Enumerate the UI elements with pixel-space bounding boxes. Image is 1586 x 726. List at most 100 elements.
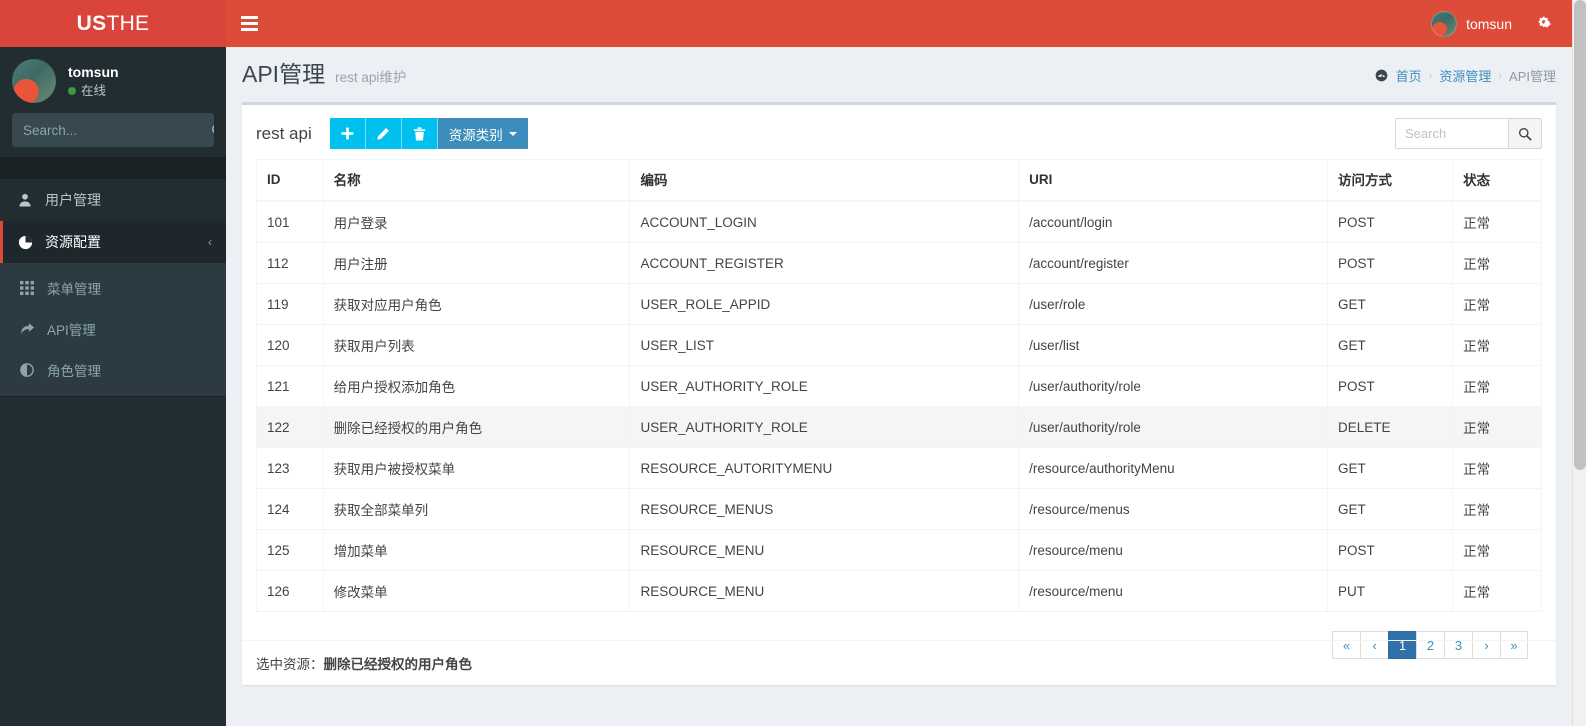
table-row[interactable]: 101用户登录ACCOUNT_LOGIN/account/loginPOST正常 <box>257 201 1542 243</box>
table-row[interactable]: 124获取全部菜单列RESOURCE_MENUS/resource/menusG… <box>257 489 1542 530</box>
cell-state: 正常 <box>1453 571 1542 612</box>
sidebar-user-name: tomsun <box>68 62 119 82</box>
cell-state: 正常 <box>1453 530 1542 571</box>
submenu-bottom-divider <box>0 396 226 397</box>
page-title-text: API管理 <box>242 63 325 86</box>
add-button[interactable] <box>330 118 366 149</box>
cogs-icon <box>1538 15 1555 32</box>
cell-uri: /resource/menu <box>1019 530 1328 571</box>
sidebar-link-resource-config[interactable]: 资源配置 ‹ <box>0 221 226 263</box>
cell-method: GET <box>1327 448 1452 489</box>
sidebar-link-user-management[interactable]: 用户管理 <box>0 179 226 221</box>
app-root: USTHE tomsun <box>0 0 1586 726</box>
delete-button[interactable] <box>402 118 438 149</box>
cell-code: RESOURCE_AUTORITYMENU <box>630 448 1019 489</box>
sidebar-menu: 用户管理 资源配置 ‹ <box>0 179 226 263</box>
trash-icon <box>413 127 426 141</box>
cell-state: 正常 <box>1453 284 1542 325</box>
adjust-icon <box>18 363 36 377</box>
cell-id: 101 <box>257 201 324 243</box>
breadcrumb-item-home[interactable]: 首页 <box>1396 66 1422 85</box>
sidebar-subitem-label: API管理 <box>47 319 96 339</box>
cell-state: 正常 <box>1453 366 1542 407</box>
sidebar-item-user-management[interactable]: 用户管理 <box>0 179 226 221</box>
table-row[interactable]: 121给用户授权添加角色USER_AUTHORITY_ROLE/user/aut… <box>257 366 1542 407</box>
brand-logo[interactable]: USTHE <box>0 0 226 47</box>
cell-state: 正常 <box>1453 489 1542 530</box>
sidebar: tomsun 在线 <box>0 47 226 726</box>
user-menu-button[interactable]: tomsun <box>1417 0 1526 47</box>
sidebar-subitem-label: 菜单管理 <box>47 278 101 298</box>
plus-icon <box>341 127 354 140</box>
cell-uri: /resource/menu <box>1019 571 1328 612</box>
avatar <box>12 59 56 103</box>
cell-uri: /user/authority/role <box>1019 366 1328 407</box>
sidebar-link-role-management[interactable]: 角色管理 <box>0 349 226 390</box>
table-row[interactable]: 120获取用户列表USER_LIST/user/listGET正常 <box>257 325 1542 366</box>
cell-state: 正常 <box>1453 243 1542 284</box>
cell-method: GET <box>1327 284 1452 325</box>
sidebar-toggle-button[interactable] <box>226 0 272 47</box>
selected-resource-label: 选中资源： <box>256 657 324 672</box>
cell-method: PUT <box>1327 571 1452 612</box>
settings-button[interactable] <box>1526 0 1566 47</box>
sidebar-link-api-management[interactable]: API管理 <box>0 308 226 349</box>
sidebar-item-label: 资源配置 <box>45 232 101 252</box>
table-search-input[interactable] <box>1395 118 1508 149</box>
sidebar-item-api-management[interactable]: API管理 <box>0 308 226 349</box>
cell-id: 122 <box>257 407 324 448</box>
search-input[interactable] <box>12 113 211 147</box>
sidebar-submenu: 菜单管理 API管理 <box>0 263 226 396</box>
sidebar-item-resource-config[interactable]: 资源配置 ‹ <box>0 221 226 263</box>
share-arrow-icon <box>18 321 36 336</box>
cell-method: POST <box>1327 366 1452 407</box>
table-row[interactable]: 122删除已经授权的用户角色USER_AUTHORITY_ROLE/user/a… <box>257 407 1542 448</box>
cell-id: 120 <box>257 325 324 366</box>
cell-uri: /user/role <box>1019 284 1328 325</box>
breadcrumb: 首页 › 资源管理 › API管理 <box>1375 66 1556 85</box>
cell-id: 125 <box>257 530 324 571</box>
page-scrollbar-thumb[interactable] <box>1574 0 1586 470</box>
cell-name: 获取用户列表 <box>323 325 630 366</box>
sidebar-link-menu-management[interactable]: 菜单管理 <box>0 267 226 308</box>
cell-uri: /user/authority/role <box>1019 407 1328 448</box>
box-footer: 选中资源：删除已经授权的用户角色 <box>242 640 1556 685</box>
table-row[interactable]: 125增加菜单RESOURCE_MENU/resource/menuPOST正常 <box>257 530 1542 571</box>
cell-code: USER_LIST <box>630 325 1019 366</box>
sidebar-search-button[interactable] <box>211 113 214 147</box>
box-title: rest api <box>256 124 312 144</box>
sidebar-item-role-management[interactable]: 角色管理 <box>0 349 226 390</box>
column-header-name: 名称 <box>323 160 630 202</box>
edit-button[interactable] <box>366 118 402 149</box>
content-area: API管理 rest api维护 首页 › 资源管理 › API管理 rest … <box>226 47 1572 726</box>
cell-method: GET <box>1327 325 1452 366</box>
sidebar-subitem-label: 角色管理 <box>47 360 101 380</box>
table-search-button[interactable] <box>1508 118 1542 149</box>
online-dot-icon <box>68 87 76 95</box>
cell-method: DELETE <box>1327 407 1452 448</box>
cell-id: 112 <box>257 243 324 284</box>
column-header-state: 状态 <box>1453 160 1542 202</box>
sidebar-item-menu-management[interactable]: 菜单管理 <box>0 267 226 308</box>
api-table: ID 名称 编码 URI 访问方式 状态 101用户登录ACCOUNT_LOGI… <box>256 159 1542 612</box>
pie-chart-icon <box>16 235 34 250</box>
search-icon <box>1518 127 1532 141</box>
cell-method: POST <box>1327 530 1452 571</box>
cell-code: ACCOUNT_LOGIN <box>630 201 1019 243</box>
cell-uri: /account/register <box>1019 243 1328 284</box>
cell-state: 正常 <box>1453 201 1542 243</box>
box-title-group: rest api <box>256 118 528 149</box>
breadcrumb-separator: › <box>1429 70 1433 82</box>
breadcrumb-item-resource[interactable]: 资源管理 <box>1439 66 1491 85</box>
cell-name: 修改菜单 <box>323 571 630 612</box>
resource-category-dropdown[interactable]: 资源类别 <box>438 118 528 149</box>
table-row[interactable]: 119获取对应用户角色USER_ROLE_APPID/user/roleGET正… <box>257 284 1542 325</box>
cell-state: 正常 <box>1453 325 1542 366</box>
table-row[interactable]: 123获取用户被授权菜单RESOURCE_AUTORITYMENU/resour… <box>257 448 1542 489</box>
cell-name: 增加菜单 <box>323 530 630 571</box>
table-head: ID 名称 编码 URI 访问方式 状态 <box>257 160 1542 202</box>
table-row[interactable]: 126修改菜单RESOURCE_MENU/resource/menuPUT正常 <box>257 571 1542 612</box>
table-row[interactable]: 112用户注册ACCOUNT_REGISTER/account/register… <box>257 243 1542 284</box>
cell-uri: /account/login <box>1019 201 1328 243</box>
page-scrollbar[interactable] <box>1572 0 1586 726</box>
